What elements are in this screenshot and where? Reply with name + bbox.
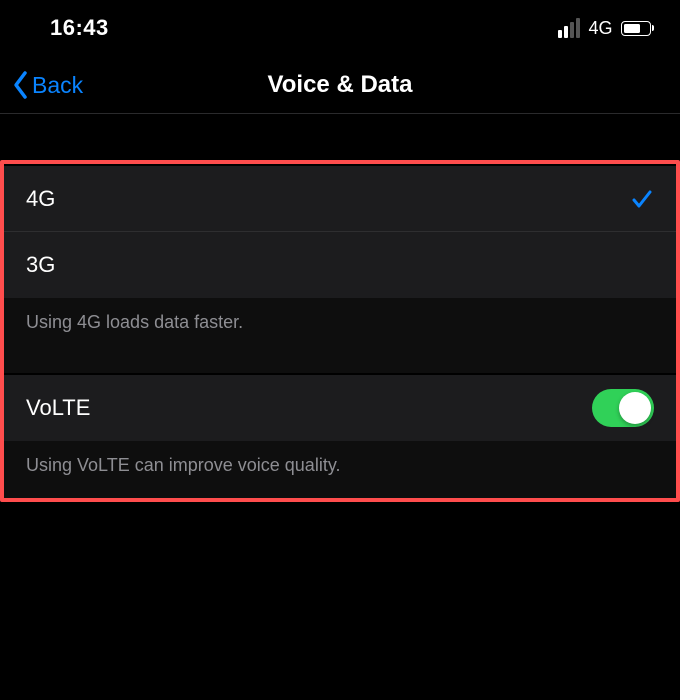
back-label: Back xyxy=(32,72,83,99)
page-title: Voice & Data xyxy=(0,71,680,99)
network-mode-group: 4G 3G xyxy=(4,166,676,298)
network-option-3g[interactable]: 3G xyxy=(4,232,676,298)
status-bar: 16:43 4G xyxy=(0,0,680,56)
volte-toggle[interactable] xyxy=(592,389,654,427)
battery-icon xyxy=(621,21,655,36)
volte-group: VoLTE xyxy=(4,375,676,441)
highlight-annotation: 4G 3G Using 4G loads data faster. VoLTE … xyxy=(0,160,680,502)
volte-row[interactable]: VoLTE xyxy=(4,375,676,441)
status-indicators: 4G xyxy=(558,18,654,39)
volte-footer: Using VoLTE can improve voice quality. xyxy=(4,441,676,498)
option-label: 3G xyxy=(26,252,55,278)
option-label: 4G xyxy=(26,186,55,212)
toggle-knob xyxy=(619,392,651,424)
network-mode-footer: Using 4G loads data faster. xyxy=(4,298,676,373)
status-time: 16:43 xyxy=(50,15,109,41)
chevron-left-icon xyxy=(12,70,30,100)
cellular-signal-icon xyxy=(558,18,580,38)
content-area: 4G 3G Using 4G loads data faster. VoLTE … xyxy=(0,114,680,502)
navigation-bar: Back Voice & Data xyxy=(0,56,680,114)
checkmark-icon xyxy=(630,187,654,211)
volte-label: VoLTE xyxy=(26,395,90,421)
back-button[interactable]: Back xyxy=(0,70,83,100)
network-option-4g[interactable]: 4G xyxy=(4,166,676,232)
network-type-label: 4G xyxy=(588,18,612,39)
